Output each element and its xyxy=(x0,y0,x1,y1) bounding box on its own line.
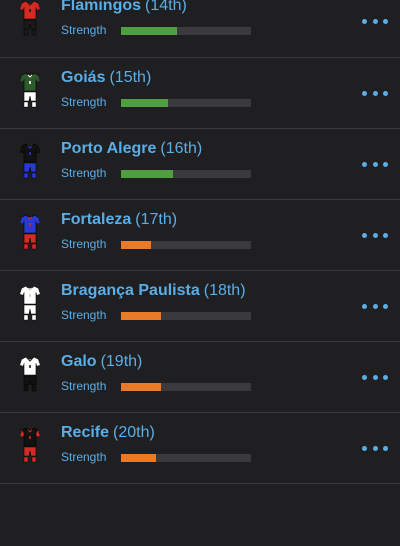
team-row[interactable]: Flamingos (14th) Strength xyxy=(0,0,400,58)
more-options-button[interactable] xyxy=(362,370,388,384)
team-title: Galo (19th) xyxy=(61,352,142,372)
team-name: Porto Alegre xyxy=(61,140,157,157)
strength-bar xyxy=(121,99,251,107)
team-position: (17th) xyxy=(135,211,178,228)
team-name: Goiás xyxy=(61,69,106,86)
dot-icon xyxy=(372,303,378,309)
strength-label: Strength xyxy=(61,166,107,180)
team-title: Goiás (15th) xyxy=(61,68,151,88)
team-title: Porto Alegre (16th) xyxy=(61,139,202,159)
strength-bar-fill xyxy=(121,27,177,35)
more-options-button[interactable] xyxy=(362,157,388,171)
team-row[interactable]: Fortaleza (17th) Strength xyxy=(0,200,400,271)
strength-label: Strength xyxy=(61,237,107,251)
more-options-button[interactable] xyxy=(362,228,388,242)
strength-bar-fill xyxy=(121,241,151,249)
dot-icon xyxy=(372,90,378,96)
dot-icon xyxy=(362,232,367,238)
kit-icon xyxy=(20,356,40,392)
dot-icon xyxy=(383,232,388,238)
dot-icon xyxy=(362,90,367,96)
team-title: Fortaleza (17th) xyxy=(61,210,177,230)
dot-icon xyxy=(383,18,388,24)
team-name: Galo xyxy=(61,353,97,370)
team-row[interactable]: Galo (19th) Strength xyxy=(0,342,400,413)
strength-bar-fill xyxy=(121,383,162,391)
dot-icon xyxy=(372,161,378,167)
dot-icon xyxy=(383,161,388,167)
team-position: (16th) xyxy=(160,140,203,157)
more-options-button[interactable] xyxy=(362,14,388,28)
kit-icon xyxy=(20,72,40,108)
strength-bar-fill xyxy=(121,312,162,320)
strength-label: Strength xyxy=(61,23,107,37)
dot-icon xyxy=(372,232,378,238)
team-position: (20th) xyxy=(113,424,155,441)
strength-bar-fill xyxy=(121,99,168,107)
strength-label: Strength xyxy=(61,95,107,109)
dot-icon xyxy=(383,374,388,380)
team-name: Recife xyxy=(61,424,110,441)
dot-icon xyxy=(362,18,367,24)
team-position: (15th) xyxy=(109,69,152,86)
more-options-button[interactable] xyxy=(362,86,388,100)
strength-bar xyxy=(121,312,251,320)
kit-icon xyxy=(20,214,40,250)
team-name: Fortaleza xyxy=(61,211,132,228)
strength-bar xyxy=(121,27,251,35)
strength-bar xyxy=(121,454,251,462)
strength-label: Strength xyxy=(61,379,107,393)
dot-icon xyxy=(383,303,388,309)
strength-label: Strength xyxy=(61,308,107,322)
dot-icon xyxy=(362,374,367,380)
dot-icon xyxy=(362,303,367,309)
kit-icon xyxy=(20,427,40,463)
team-position: (19th) xyxy=(100,353,143,370)
strength-bar xyxy=(121,241,251,249)
strength-label: Strength xyxy=(61,450,107,464)
team-name: Flamingos xyxy=(61,0,142,14)
team-position: (14th) xyxy=(145,0,187,14)
team-row[interactable]: Goiás (15th) Strength xyxy=(0,58,400,129)
team-title: Recife (20th) xyxy=(61,423,155,443)
team-position: (18th) xyxy=(203,282,246,299)
dot-icon xyxy=(362,161,367,167)
more-options-button[interactable] xyxy=(362,441,388,455)
kit-icon xyxy=(20,285,40,321)
dot-icon xyxy=(372,18,378,24)
strength-bar xyxy=(121,170,251,178)
dot-icon xyxy=(383,90,388,96)
strength-bar-fill xyxy=(121,170,173,178)
strength-bar xyxy=(121,383,251,391)
team-row[interactable]: Bragança Paulista (18th) Strength xyxy=(0,271,400,342)
team-row[interactable]: Recife (20th) Strength xyxy=(0,413,400,484)
team-row[interactable]: Porto Alegre (16th) Strength xyxy=(0,129,400,200)
more-options-button[interactable] xyxy=(362,299,388,313)
strength-bar-fill xyxy=(121,454,157,462)
team-list: Flamingos (14th) Strength Goiás (15th) Str… xyxy=(0,0,400,484)
team-title: Flamingos (14th) xyxy=(61,0,187,16)
kit-icon xyxy=(20,0,40,36)
kit-icon xyxy=(20,143,40,179)
team-title: Bragança Paulista (18th) xyxy=(61,281,246,301)
dot-icon xyxy=(362,445,367,451)
team-name: Bragança Paulista xyxy=(61,282,200,299)
dot-icon xyxy=(372,374,378,380)
dot-icon xyxy=(372,445,378,451)
dot-icon xyxy=(383,445,388,451)
